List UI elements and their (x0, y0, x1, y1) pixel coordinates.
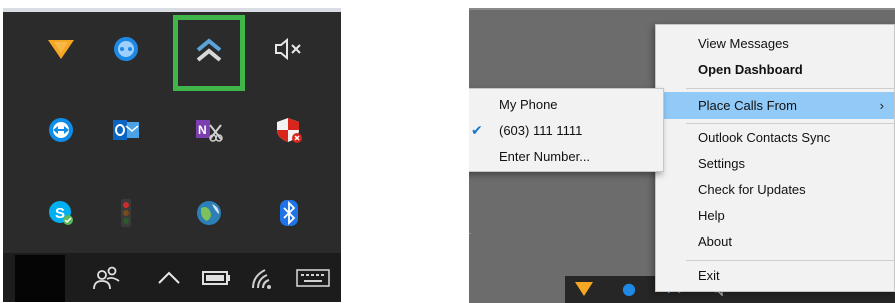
checkmark-icon: ✔ (471, 122, 483, 138)
menu-item-label: Settings (698, 156, 745, 171)
menu-item-label: Outlook Contacts Sync (698, 130, 831, 145)
security-shield-icon[interactable] (267, 108, 311, 152)
bluetooth-icon[interactable] (267, 191, 311, 235)
onenote-icon[interactable]: N (187, 108, 231, 152)
people-icon[interactable] (87, 259, 127, 297)
tray-context-menu: View Messages Open Dashboard Place Calls… (655, 24, 895, 292)
notification-tray-overflow: N S (3, 8, 341, 302)
outlook-icon[interactable] (104, 108, 148, 152)
submenu-item-enter-number[interactable]: Enter Number... (469, 144, 663, 169)
menu-item-place-calls-from[interactable]: Place Calls From › (656, 92, 894, 119)
w-app-icon (575, 282, 593, 296)
menu-item-label: Place Calls From (698, 98, 797, 113)
submenu-item-number[interactable]: ✔ (603) 111 1111 (469, 118, 663, 143)
submenu-item-label: Enter Number... (499, 149, 591, 164)
menu-item-view-messages[interactable]: View Messages (656, 32, 894, 56)
submenu-arrow-icon: › (879, 98, 884, 113)
keyboard-icon[interactable] (293, 259, 333, 297)
menu-item-label: Exit (698, 268, 720, 283)
context-menu-area: View Messages Open Dashboard Place Calls… (469, 8, 895, 303)
place-calls-from-submenu: My Phone ✔ (603) 111 1111 Enter Number..… (469, 88, 664, 172)
menu-separator (686, 123, 894, 124)
menu-item-label: About (698, 234, 732, 249)
menu-item-exit[interactable]: Exit (656, 264, 894, 288)
menu-separator (686, 260, 894, 261)
submenu-item-my-phone[interactable]: My Phone (469, 92, 663, 117)
wifi-icon[interactable] (243, 259, 283, 297)
messenger-icon[interactable] (104, 27, 148, 71)
traffic-light-icon[interactable] (104, 191, 148, 235)
divider-dash (469, 233, 471, 235)
menu-item-check-for-updates[interactable]: Check for Updates (656, 178, 894, 202)
show-hidden-icons-chevron-icon[interactable] (149, 259, 189, 297)
menu-item-settings[interactable]: Settings (656, 152, 894, 176)
highlighted-icon-frame (173, 15, 245, 91)
submenu-item-label: My Phone (499, 97, 558, 112)
globe-icon[interactable] (187, 191, 231, 235)
menu-separator (686, 88, 894, 89)
svg-text:N: N (198, 123, 207, 137)
taskbar-app-tile (15, 255, 65, 302)
skype-icon[interactable]: S (39, 191, 83, 235)
submenu-item-label: (603) 111 1111 (499, 123, 583, 138)
taskbar (3, 253, 341, 302)
menu-item-label: View Messages (698, 36, 789, 51)
menu-item-about[interactable]: About (656, 230, 894, 254)
messenger-icon (622, 283, 636, 296)
menu-item-label: Open Dashboard (698, 62, 803, 77)
panel-top-border (469, 8, 895, 10)
battery-icon[interactable] (197, 259, 237, 297)
panel-top-border (3, 8, 341, 12)
teamviewer-icon[interactable] (39, 108, 83, 152)
menu-item-open-dashboard[interactable]: Open Dashboard (656, 58, 894, 82)
menu-item-outlook-contacts-sync[interactable]: Outlook Contacts Sync (656, 126, 894, 150)
w-app-icon[interactable] (39, 27, 83, 71)
menu-item-label: Help (698, 208, 725, 223)
menu-item-label: Check for Updates (698, 182, 806, 197)
speaker-muted-icon[interactable] (267, 27, 311, 71)
menu-item-help[interactable]: Help (656, 204, 894, 228)
